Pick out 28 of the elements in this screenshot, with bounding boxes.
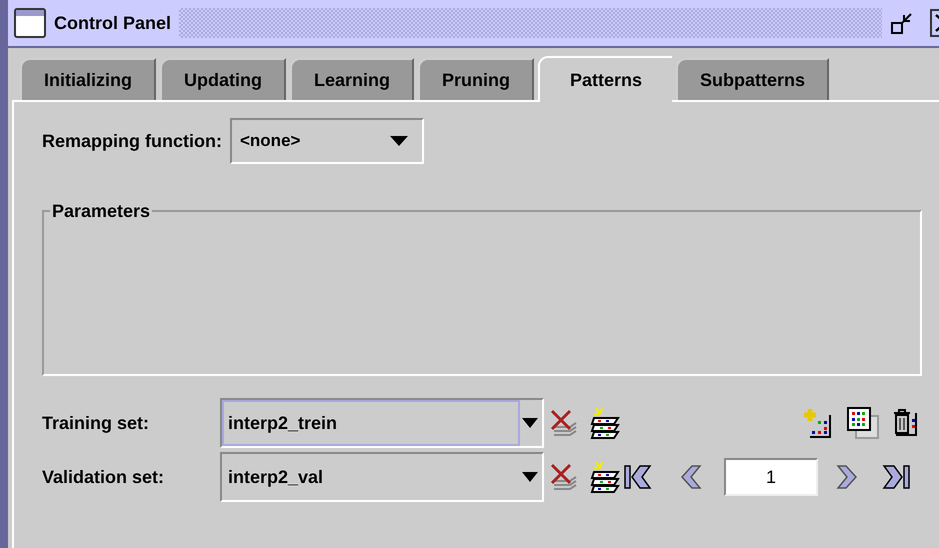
remapping-dropdown[interactable]: <none> — [230, 118, 424, 164]
set-value: interp2_val — [227, 466, 324, 489]
dropdown-arrow-icon — [390, 136, 408, 146]
page-number-field[interactable]: 1 — [724, 458, 818, 496]
window-title: Control Panel — [54, 12, 172, 34]
tab[interactable]: Pruning — [418, 58, 534, 100]
first-page-icon[interactable] — [624, 463, 652, 491]
next-page-icon[interactable] — [836, 463, 858, 491]
field-label: Remapping function: — [42, 130, 222, 153]
restore-icon[interactable] — [890, 11, 914, 35]
tab[interactable]: Initializing — [20, 58, 156, 100]
tab[interactable]: Patterns — [538, 56, 672, 102]
tab[interactable]: Learning — [290, 58, 414, 100]
add-pattern-icon[interactable] — [802, 407, 834, 439]
set-value: interp2_trein — [222, 400, 520, 446]
field-label: Validation set: — [42, 466, 166, 488]
previous-page-icon[interactable] — [680, 463, 702, 491]
tab[interactable]: Subpatterns — [676, 58, 830, 100]
copy-pattern-icon[interactable] — [846, 406, 880, 440]
set-dropdown[interactable]: interp2_trein — [220, 398, 544, 448]
set-dropdown[interactable]: interp2_val — [220, 452, 544, 502]
dropdown-arrow-icon — [522, 472, 538, 482]
field-label: Training set: — [42, 412, 150, 435]
dropdown-arrow-icon — [522, 418, 538, 428]
tab[interactable]: Updating — [160, 58, 286, 100]
window-icon — [14, 8, 46, 38]
trash-icon[interactable] — [892, 407, 920, 439]
last-page-icon[interactable] — [882, 463, 910, 491]
